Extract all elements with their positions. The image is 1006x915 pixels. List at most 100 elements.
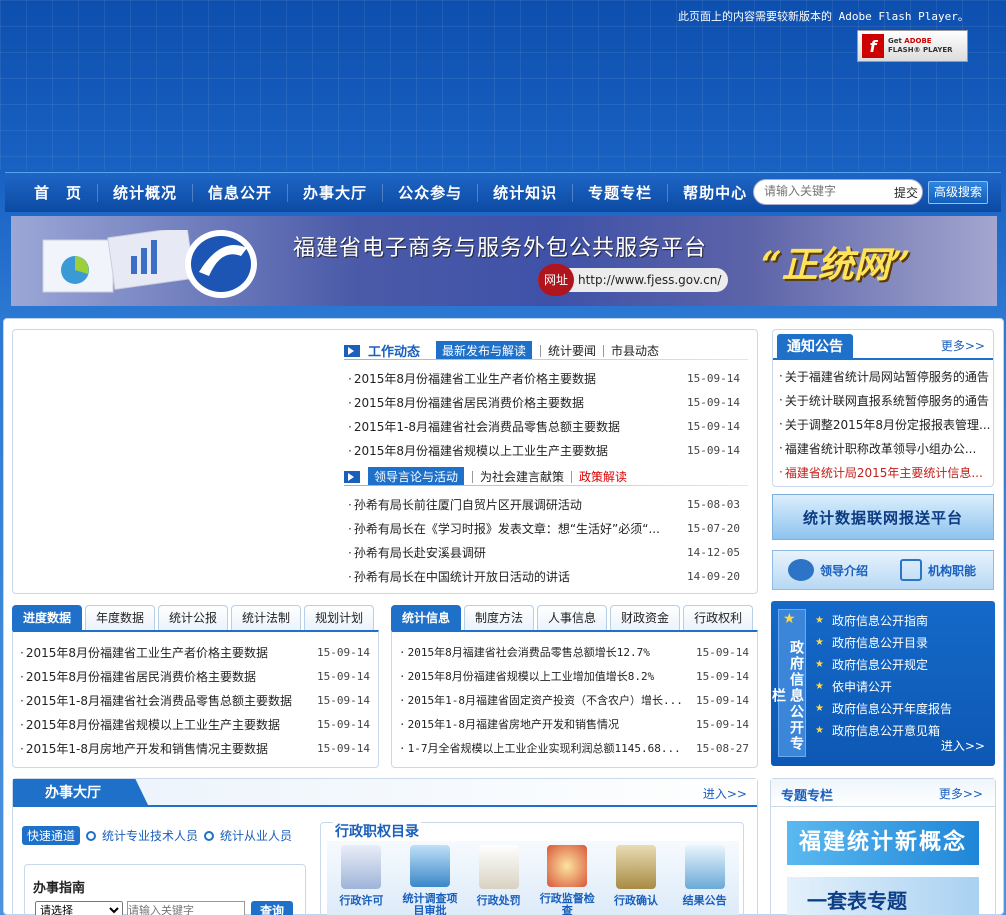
list-item[interactable]: 依申请公开 (815, 675, 952, 697)
tab-planning[interactable]: 规划计划 (304, 605, 375, 631)
tab-annual-data[interactable]: 年度数据 (85, 605, 156, 631)
list-item[interactable]: 2015年8月份福建省规模以上工业生产主要数据15-09-14 (348, 438, 740, 462)
news-slideshow[interactable] (20, 337, 336, 587)
list-item[interactable]: 2015年8月份福建省居民消费价格主要数据15-09-14 (348, 390, 740, 414)
list-item[interactable]: 孙希有局长赴安溪县调研14-12-05 (348, 540, 740, 564)
tab-policy[interactable]: 政策解读 (571, 470, 634, 483)
list-item[interactable]: 关于统计联网直报系统暂停服务的通告 (779, 388, 991, 412)
topic-banner-onetable[interactable]: 一套表专题 (787, 877, 979, 915)
nav-stat-knowledge[interactable]: 统计知识 (478, 183, 574, 202)
nav-home[interactable]: 首 页 (19, 183, 99, 202)
flash-notice: 此页面上的内容需要较新版本的 Adobe Flash Player。 (678, 10, 969, 23)
list-item[interactable]: 政府信息公开指南 (815, 609, 952, 631)
power-item-license[interactable]: 行政许可 (330, 841, 392, 915)
banner-slogan: “正统网” (761, 244, 911, 286)
tab-city-news[interactable]: 市县动态 (603, 344, 666, 357)
stat-platform-banner[interactable]: 统计数据联网报送平台 (772, 494, 994, 540)
tab-system-method[interactable]: 制度方法 (464, 605, 535, 631)
power-item-confirm[interactable]: 行政确认 (605, 841, 667, 915)
business-cards-graphic (42, 230, 195, 293)
hall-enter-link[interactable]: 进入>> (703, 785, 747, 802)
list-item[interactable]: 2015年1-8月福建省房地产开发和销售情况15-09-14 (399, 712, 749, 736)
list-item[interactable]: 福建省统计局2015年主要统计信息... (779, 460, 991, 484)
tab-stat-law[interactable]: 统计法制 (231, 605, 302, 631)
tab-admin-rights[interactable]: 行政权利 (683, 605, 754, 631)
advanced-search-button[interactable]: 高级搜索 (928, 181, 988, 204)
guide-query-button[interactable]: 查询 (251, 901, 293, 915)
gov-enter-link[interactable]: 进入>> (941, 737, 985, 754)
list-item[interactable]: 2015年1-8月房地产开发和销售情况主要数据15-09-14 (20, 736, 370, 760)
people-icon (787, 559, 814, 581)
leader-header: 领导言论与活动 为社会建言献策 政策解读 (344, 467, 634, 486)
banner-title: 福建省电子商务与服务外包公共服务平台 (293, 236, 708, 261)
gov-vertical-title: 政府信息公开专栏 (770, 609, 806, 757)
tab-suggestions[interactable]: 为社会建言献策 (472, 470, 571, 483)
guide-search-input[interactable] (127, 901, 245, 915)
list-item[interactable]: 2015年8月份福建省规模以上工业生产主要数据15-09-14 (20, 712, 370, 736)
guide-select[interactable]: 请选择 (35, 901, 123, 915)
list-item[interactable]: 孙希有局长在中国统计开放日活动的讲话14-09-20 (348, 564, 740, 588)
leader-intro-button[interactable]: 领导介绍 (773, 551, 883, 589)
list-item[interactable]: 2015年1-8月福建省社会消费品零售总额主要数据15-09-14 (20, 688, 370, 712)
search-input[interactable] (764, 184, 889, 198)
nav-public-participation[interactable]: 公众参与 (383, 183, 479, 202)
tab-leader-activity[interactable]: 领导言论与活动 (368, 467, 465, 486)
list-item[interactable]: 2015年8月份福建省规模以上工业增加值增长8.2%15-09-14 (399, 664, 749, 688)
progress-list: 2015年8月份福建省工业生产者价格主要数据15-09-14 2015年8月份福… (20, 640, 370, 760)
search-submit-button[interactable]: 提交 (894, 184, 918, 201)
power-item-result[interactable]: 结果公告 (674, 841, 736, 915)
fast-link-professional[interactable]: 统计专业技术人员 (102, 827, 198, 844)
tab-latest-release[interactable]: 最新发布与解读 (436, 341, 533, 360)
url-text: http://www.fjess.gov.cn/ (578, 273, 722, 287)
org-function-button[interactable]: 机构职能 (883, 551, 993, 589)
list-item[interactable]: 政府信息公开规定 (815, 653, 952, 675)
power-item-inspection[interactable]: 行政监督检查 (536, 841, 598, 915)
tab-finance[interactable]: 财政资金 (610, 605, 681, 631)
power-item-penalty[interactable]: 行政处罚 (468, 841, 530, 915)
tab-stat-news[interactable]: 统计要闻 (540, 344, 603, 357)
list-item[interactable]: 2015年8月份福建省居民消费价格主要数据15-09-14 (20, 664, 370, 688)
nav-help[interactable]: 帮助中心 (668, 184, 762, 202)
quick-links: 领导介绍 机构职能 (772, 550, 994, 590)
list-item[interactable]: 2015年8月份福建省工业生产者价格主要数据15-09-14 (20, 640, 370, 664)
nav-overview[interactable]: 统计概况 (98, 183, 194, 202)
power-item-approval[interactable]: 统计调查项目审批 (399, 841, 461, 915)
nav-topics[interactable]: 专题专栏 (573, 183, 669, 202)
tab-progress-data[interactable]: 进度数据 (12, 605, 83, 631)
list-item[interactable]: 政府信息公开年度报告 (815, 697, 952, 719)
topic-banner-concept[interactable]: 福建统计新概念 (787, 821, 979, 865)
topic-more-link[interactable]: 更多>> (939, 785, 983, 802)
fast-link-practitioner[interactable]: 统计从业人员 (220, 827, 292, 844)
tab-stat-info[interactable]: 统计信息 (391, 605, 462, 631)
guide-title: 办事指南 (33, 881, 86, 896)
list-item[interactable]: 福建省统计职称改革领导小组办公... (779, 436, 991, 460)
work-list: 2015年8月份福建省工业生产者价格主要数据15-09-14 2015年8月份福… (348, 366, 740, 462)
power-catalog: 行政职权目录 行政许可 统计调查项目审批 行政处罚 行政监督检查 行政确认 结果… (320, 821, 744, 915)
gov-list: 政府信息公开指南 政府信息公开目录 政府信息公开规定 依申请公开 政府信息公开年… (815, 609, 952, 741)
tab-stat-bulletin[interactable]: 统计公报 (158, 605, 229, 631)
tab-personnel[interactable]: 人事信息 (537, 605, 608, 631)
list-item[interactable]: 2015年1-8月福建省固定资产投资（不含农户）增长...15-09-14 (399, 688, 749, 712)
notice-title: 通知公告 (777, 334, 853, 360)
list-item[interactable]: 2015年8月福建省社会消费品零售总额增长12.7%15-09-14 (399, 640, 749, 664)
list-item[interactable]: 政府信息公开意见箱 (815, 719, 952, 741)
url-label: 网址 (538, 264, 574, 296)
list-item[interactable]: 政府信息公开目录 (815, 631, 952, 653)
list-item[interactable]: 孙希有局长在《学习时报》发表文章：想“生活好”必须“...15-07-20 (348, 516, 740, 540)
list-item[interactable]: 1-7月全省规模以上工业企业实现利润总额1145.68...15-08-27 (399, 736, 749, 760)
document-icon (478, 845, 519, 889)
list-item[interactable]: 2015年1-8月福建省社会消费品零售总额主要数据15-09-14 (348, 414, 740, 438)
notice-more-link[interactable]: 更多>> (941, 337, 985, 354)
list-item[interactable]: 2015年8月份福建省工业生产者价格主要数据15-09-14 (348, 366, 740, 390)
bullet-icon (204, 830, 215, 841)
nav-info-open[interactable]: 信息公开 (193, 183, 289, 202)
bullet-icon (86, 830, 97, 841)
nav-service-hall[interactable]: 办事大厅 (288, 183, 384, 202)
get-flash-button[interactable]: f Get ADOBE FLASH® PLAYER (857, 30, 968, 62)
star-icon: ★ (783, 611, 796, 627)
promo-banner[interactable]: 福建省电子商务与服务外包公共服务平台 “正统网” 网址 http://www.f… (11, 216, 997, 306)
work-title: 工作动态 (368, 345, 421, 360)
list-item[interactable]: 关于调整2015年8月份定报报表管理... (779, 412, 991, 436)
list-item[interactable]: 孙希有局长前往厦门自贸片区开展调研活动15-08-03 (348, 492, 740, 516)
list-item[interactable]: 关于福建省统计局网站暂停服务的通告 (779, 364, 991, 388)
